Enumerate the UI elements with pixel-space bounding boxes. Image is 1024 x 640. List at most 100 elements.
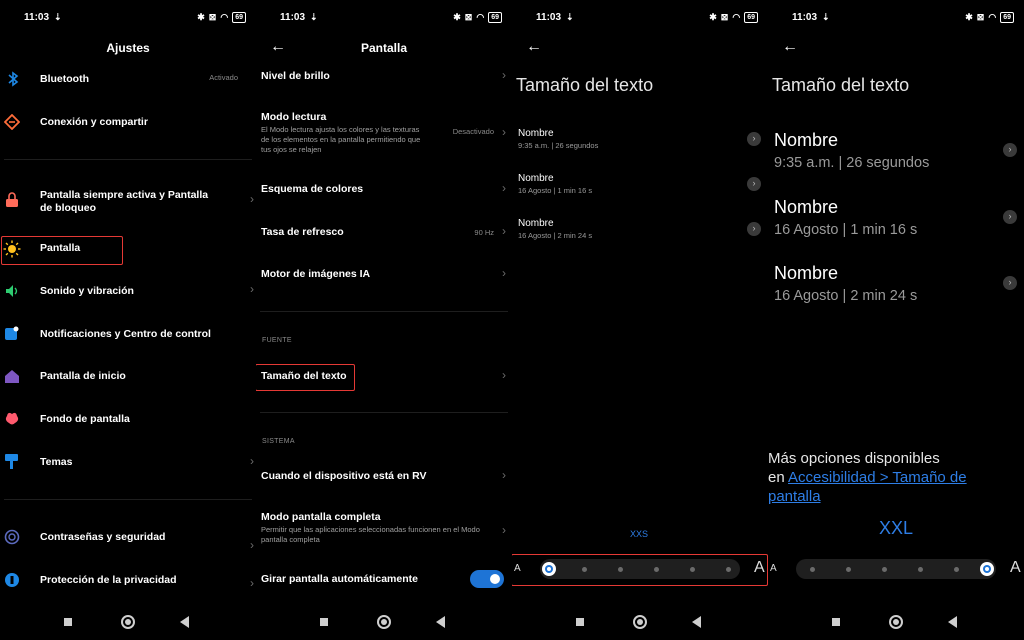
- preview-meta: 9:35 a.m. | 26 segundos: [774, 155, 930, 171]
- preview-meta: 16 Agosto | 1 min 16 s: [774, 222, 918, 238]
- divider: [260, 311, 508, 312]
- settings-item-home[interactable]: Pantalla de inicio: [40, 370, 250, 382]
- page-title: Tamaño del texto: [516, 75, 654, 95]
- item-label: Pantalla siempre activa y Pantalla de bl…: [40, 189, 209, 214]
- slider-knob[interactable]: [980, 562, 994, 576]
- chevron-right-icon: ›: [250, 454, 254, 468]
- small-a-label: A: [770, 563, 777, 574]
- divider: [260, 412, 508, 413]
- download-icon: ⇣: [310, 12, 318, 22]
- back-button[interactable]: [180, 616, 189, 628]
- back-button[interactable]: [948, 616, 957, 628]
- chevron-right-icon: ›: [250, 282, 254, 296]
- back-button[interactable]: [692, 616, 701, 628]
- status-bar: 11:03 ⇣ ✱ ⊠ ◠ 69: [280, 12, 502, 26]
- accessibility-link[interactable]: Accesibilidad > Tamaño de pantalla: [768, 469, 967, 505]
- nav-bar: [512, 614, 768, 630]
- setting-brightness[interactable]: Nivel de brillo ›: [261, 68, 506, 82]
- preview-name: Nombre: [518, 128, 554, 139]
- item-label: Pantalla de inicio: [40, 370, 126, 382]
- home-button[interactable]: [889, 615, 903, 629]
- settings-item-wallpaper[interactable]: Fondo de pantalla: [40, 413, 250, 425]
- wifi-icon: ◠: [988, 12, 997, 22]
- back-arrow-icon[interactable]: ←: [526, 38, 542, 56]
- sim-icon: ⊠: [976, 12, 985, 22]
- settings-item-notifications[interactable]: Notificaciones y Centro de control: [40, 328, 250, 340]
- item-label: Sonido y vibración: [40, 285, 134, 297]
- download-icon: ⇣: [54, 12, 62, 22]
- status-icons: ✱ ⊠ ◠ 69: [197, 12, 246, 23]
- setting-fullscreen-mode[interactable]: Modo pantalla completa Permitir que las …: [261, 511, 506, 545]
- preview-name: Nombre: [774, 263, 839, 283]
- preview-item: Nombre 16 Agosto | 1 min 16 s: [518, 173, 592, 195]
- status-time: 11:03: [280, 12, 306, 23]
- recents-button[interactable]: [64, 618, 72, 626]
- slider-step: [582, 567, 587, 572]
- recents-button[interactable]: [576, 618, 584, 626]
- status-bar: 11:03 ⇣ ✱ ⊠ ◠ 69: [792, 12, 1014, 26]
- item-label: Contraseñas y seguridad: [40, 531, 166, 543]
- recents-button[interactable]: [832, 618, 840, 626]
- text-size-slider[interactable]: [540, 559, 740, 579]
- slider-knob[interactable]: [542, 562, 556, 576]
- setting-ai-image-engine[interactable]: Motor de imágenes IA ›: [261, 266, 506, 280]
- chevron-right-icon: ›: [747, 132, 761, 146]
- slider-step: [726, 567, 731, 572]
- item-description: Permitir que las aplicaciones selecciona…: [261, 525, 480, 544]
- setting-refresh-rate[interactable]: Tasa de refresco 90 Hz ›: [261, 224, 506, 238]
- chevron-right-icon: ›: [747, 222, 761, 236]
- size-label: XXL: [879, 518, 914, 538]
- home-button[interactable]: [377, 615, 391, 629]
- nav-bar: [768, 614, 1024, 630]
- bluetooth-status-icon: ✱: [453, 12, 461, 22]
- slider-step: [690, 567, 695, 572]
- slider-step: [654, 567, 659, 572]
- auto-rotate-toggle[interactable]: [470, 570, 504, 588]
- settings-item-bluetooth[interactable]: Bluetooth Activado: [40, 73, 250, 85]
- chevron-right-icon: ›: [502, 523, 506, 537]
- display-panel: 11:03 ⇣ ✱ ⊠ ◠ 69 ← Pantalla Nivel de bri…: [256, 0, 512, 640]
- more-options-text: Más opciones disponibles en Accesibilida…: [768, 449, 998, 506]
- page-title: Tamaño del texto: [772, 75, 910, 95]
- setting-color-scheme[interactable]: Esquema de colores ›: [261, 181, 506, 195]
- share-icon: [4, 114, 20, 130]
- item-label: Esquema de colores: [261, 183, 364, 195]
- settings-item-connection[interactable]: Conexión y compartir: [40, 116, 250, 128]
- bluetooth-status-icon: ✱: [197, 12, 205, 22]
- item-description: El Modo lectura ajusta los colores y las…: [261, 125, 421, 154]
- page-title: Ajustes: [106, 41, 150, 55]
- nav-bar: [256, 614, 512, 630]
- preview-name: Nombre: [518, 173, 554, 184]
- home-button[interactable]: [121, 615, 135, 629]
- sun-icon: [3, 240, 21, 258]
- recents-button[interactable]: [320, 618, 328, 626]
- size-label: XXS: [630, 529, 649, 539]
- preview-item: Nombre 16 Agosto | 1 min 16 s: [774, 197, 917, 238]
- settings-item-sound[interactable]: Sonido y vibración: [40, 285, 250, 297]
- setting-reading-mode[interactable]: Modo lectura El Modo lectura ajusta los …: [261, 111, 506, 155]
- slider-step: [810, 567, 815, 572]
- text-size-slider[interactable]: [796, 559, 996, 579]
- chevron-right-icon: ›: [502, 266, 506, 280]
- chevron-right-icon: ›: [250, 538, 254, 552]
- setting-vr-mode[interactable]: Cuando el dispositivo está en RV ›: [261, 468, 506, 482]
- settings-item-lockscreen[interactable]: Pantalla siempre activa y Pantalla de bl…: [40, 189, 220, 215]
- settings-item-privacy[interactable]: Protección de la privacidad: [40, 574, 250, 586]
- back-button[interactable]: [436, 616, 445, 628]
- preview-meta: 16 Agosto | 2 min 24 s: [774, 288, 918, 304]
- wifi-icon: ◠: [476, 12, 485, 22]
- slider-step: [618, 567, 623, 572]
- download-icon: ⇣: [822, 12, 830, 22]
- settings-item-security[interactable]: Contraseñas y seguridad: [40, 531, 250, 543]
- home-button[interactable]: [633, 615, 647, 629]
- chevron-right-icon: ›: [1003, 210, 1017, 224]
- settings-item-themes[interactable]: Temas: [40, 456, 250, 468]
- status-bar: 11:03 ⇣ ✱ ⊠ ◠ 69: [24, 12, 246, 26]
- section-header-font: FUENTE: [262, 337, 292, 344]
- preview-name: Nombre: [774, 130, 839, 150]
- back-arrow-icon[interactable]: ←: [782, 38, 798, 56]
- bluetooth-status-icon: ✱: [709, 12, 717, 22]
- status-time: 11:03: [24, 12, 50, 23]
- preview-item: Nombre 9:35 a.m. | 26 segundos: [774, 130, 929, 171]
- bluetooth-icon: [8, 71, 19, 87]
